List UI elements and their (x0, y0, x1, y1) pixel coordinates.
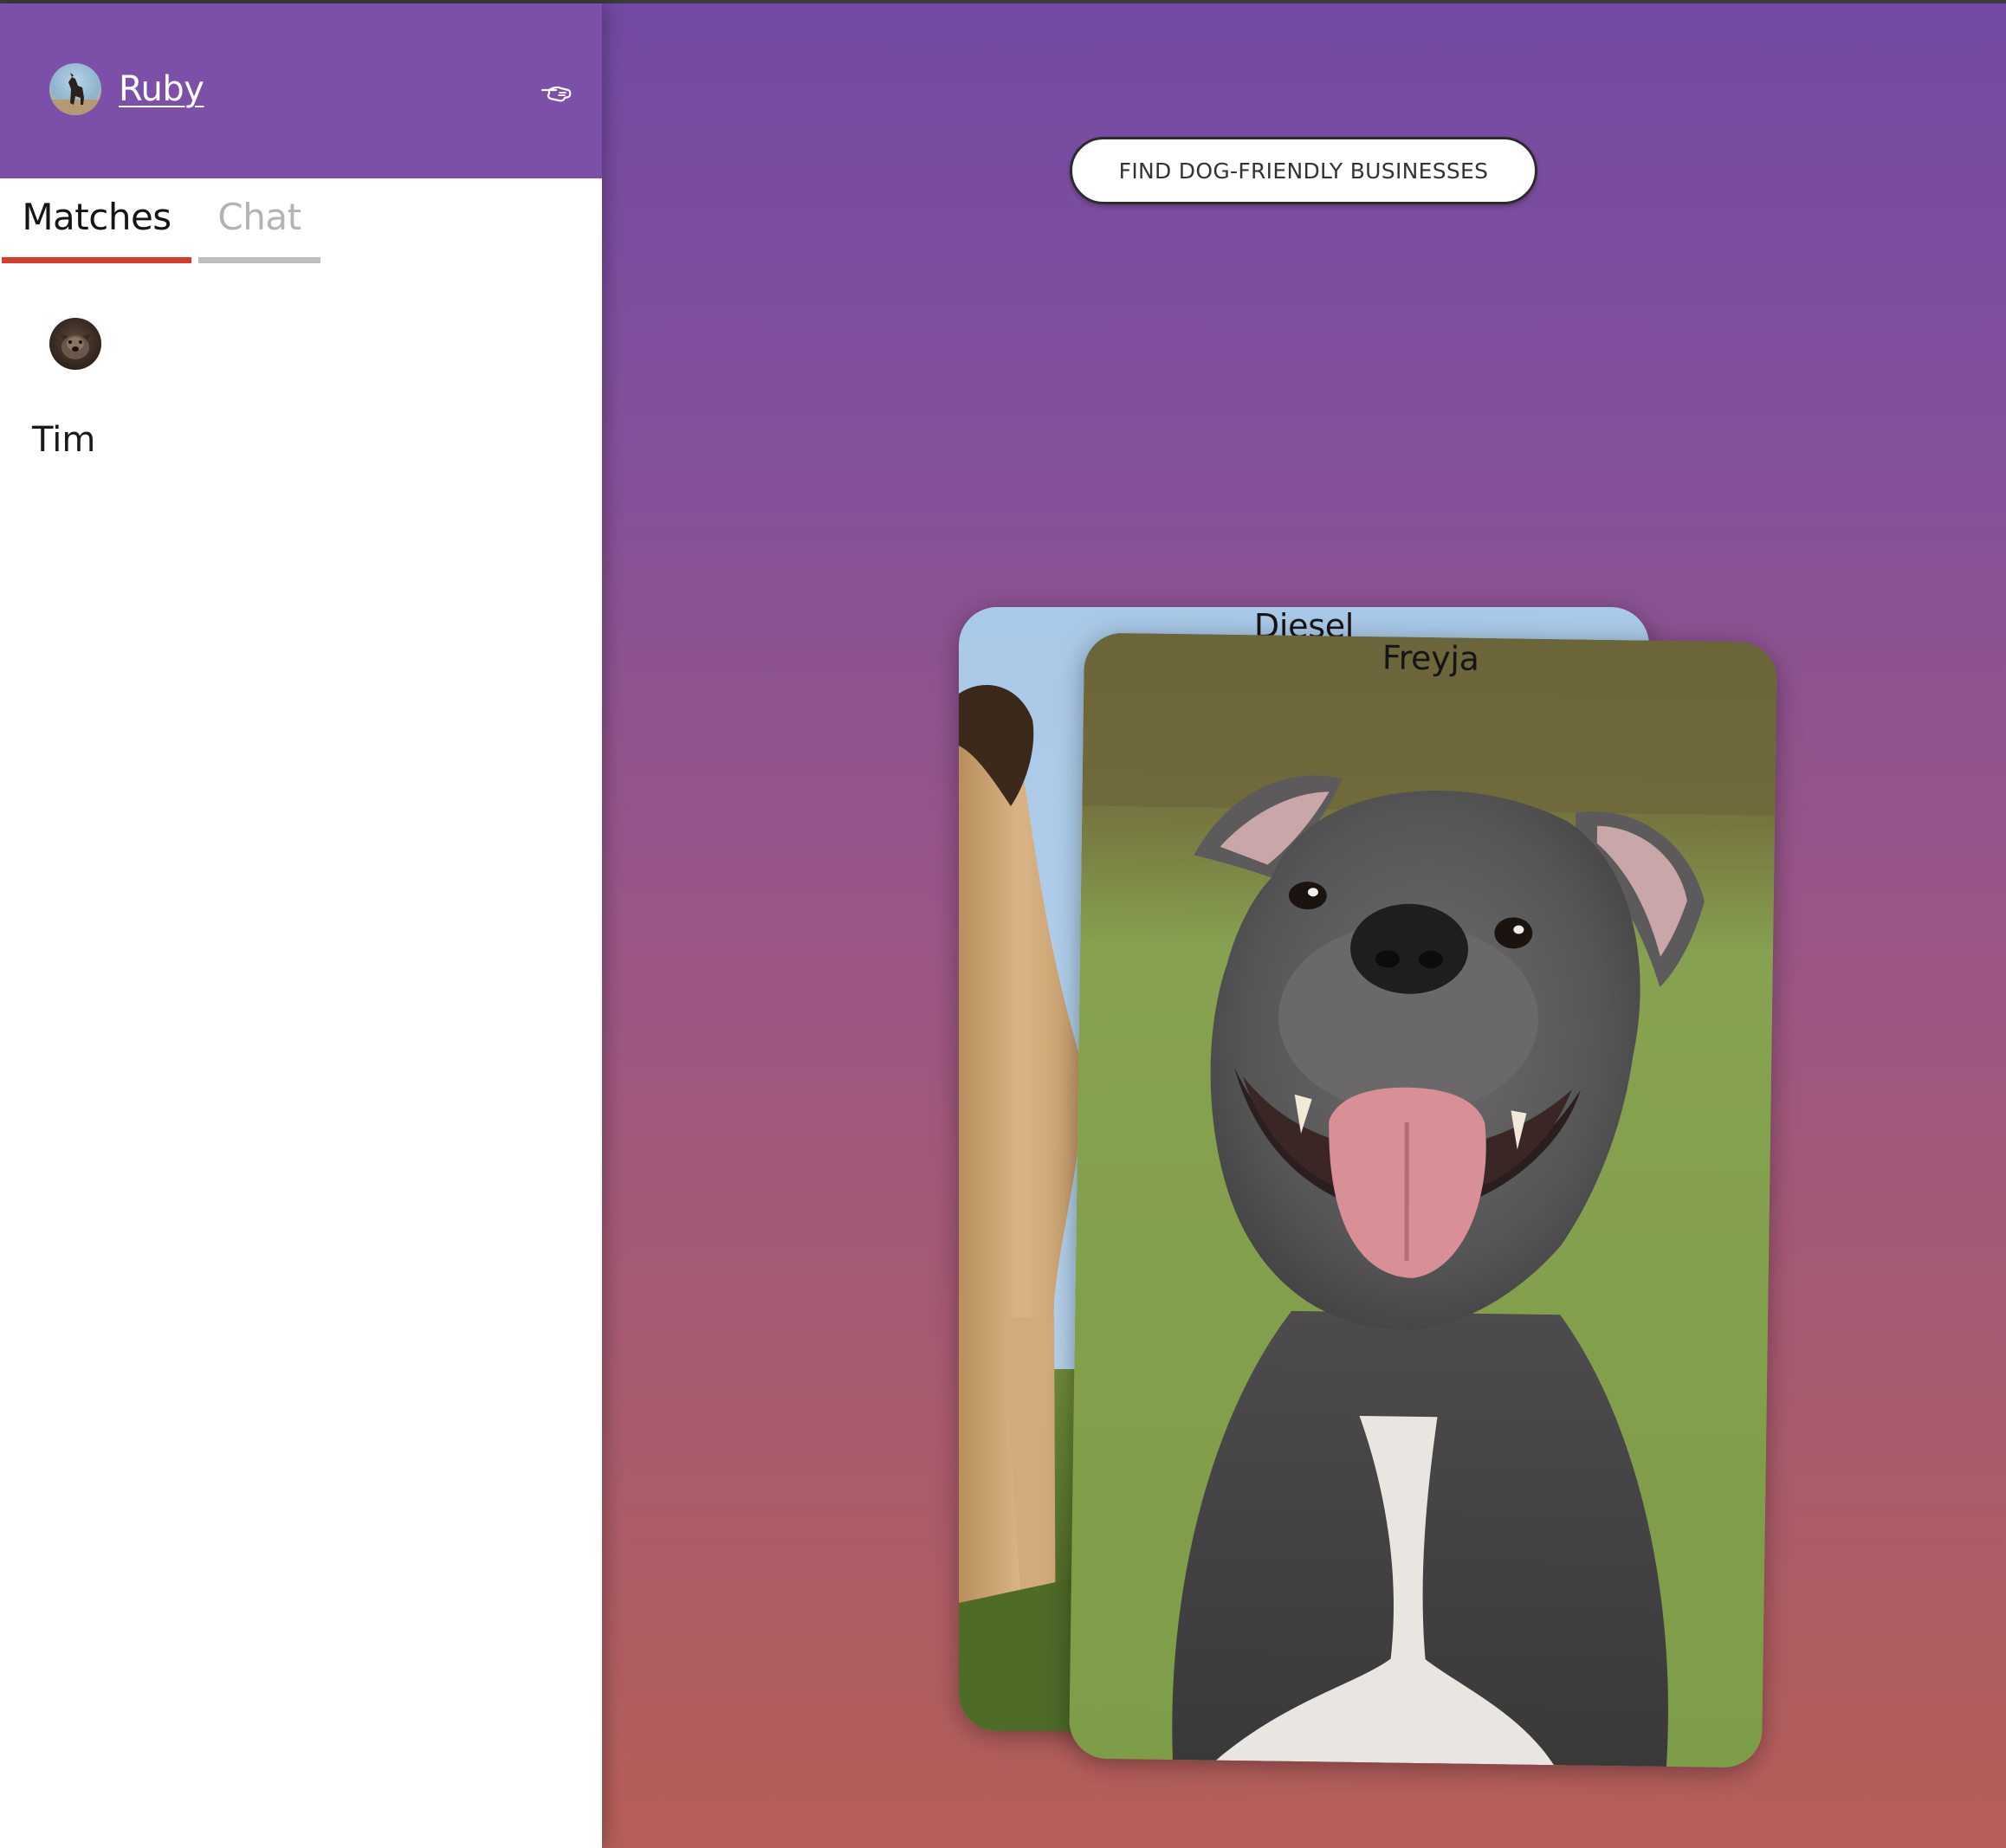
sidebar: Ruby Matches Chat Tim (0, 3, 602, 1848)
match-name: Tim (32, 420, 96, 460)
sidebar-header: Ruby (0, 3, 602, 178)
user-avatar[interactable] (49, 63, 101, 115)
main-area: FIND DOG-FRIENDLY BUSINESSES Diesel Frey… (602, 3, 2006, 1848)
dog-avatar-image (49, 73, 101, 115)
match-list: Tim (0, 298, 602, 471)
dog-card-freyja[interactable]: Freyja (1068, 632, 1778, 1768)
tab-matches-label: Matches (22, 196, 171, 238)
tab-chat-label: Chat (217, 196, 301, 238)
sidebar-tabs: Matches Chat (0, 178, 602, 265)
tab-matches[interactable]: Matches (2, 178, 191, 265)
pointing-hand-icon[interactable] (540, 82, 572, 107)
grey-pitbull-dog-photo (1068, 632, 1778, 1768)
tab-matches-underline (2, 257, 191, 263)
find-dog-friendly-businesses-button[interactable]: FIND DOG-FRIENDLY BUSINESSES (1070, 137, 1537, 204)
tab-chat[interactable]: Chat (198, 178, 320, 265)
match-avatar[interactable] (49, 318, 101, 370)
dog-avatar-image (60, 333, 91, 359)
tab-chat-underline (198, 257, 320, 263)
current-user-name[interactable]: Ruby (119, 69, 204, 109)
list-item[interactable]: Tim (0, 298, 602, 471)
